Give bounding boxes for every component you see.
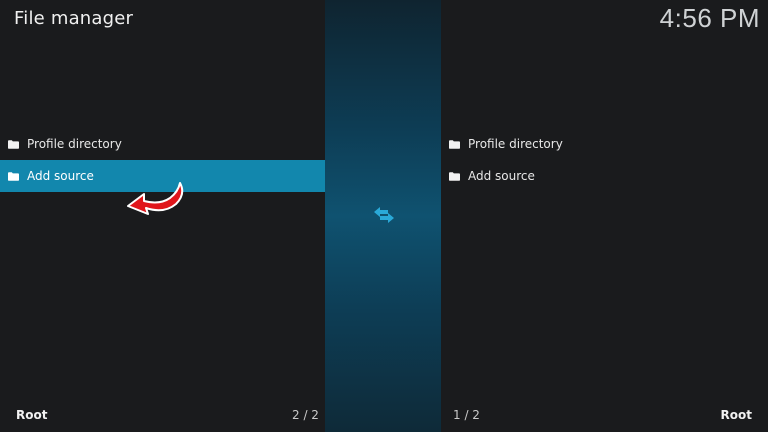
page-title: File manager bbox=[14, 8, 134, 29]
swap-arrows-icon[interactable] bbox=[372, 205, 396, 225]
folder-icon bbox=[8, 139, 19, 149]
folder-icon bbox=[449, 139, 460, 149]
folder-icon bbox=[449, 171, 460, 181]
list-item-label: Add source bbox=[27, 169, 94, 183]
list-item-label: Add source bbox=[468, 169, 535, 183]
left-item-count: 2 / 2 bbox=[292, 408, 319, 422]
right-item-count: 1 / 2 bbox=[453, 408, 480, 422]
right-file-list: Profile directory Add source bbox=[441, 128, 768, 192]
list-item-label: Profile directory bbox=[27, 137, 122, 151]
folder-icon bbox=[8, 171, 19, 181]
file-manager-screen: Profile directory Add source Root 2 / 2 … bbox=[0, 0, 768, 432]
right-footer-counter: 1 / 2 bbox=[453, 408, 480, 422]
right-item-profile-directory[interactable]: Profile directory bbox=[441, 128, 768, 160]
right-item-add-source[interactable]: Add source bbox=[441, 160, 768, 192]
left-footer-path: Root bbox=[16, 408, 47, 422]
left-footer-counter: 2 / 2 bbox=[292, 408, 319, 422]
clock: 4:56 PM bbox=[659, 3, 760, 33]
annotation-arrow-icon bbox=[124, 180, 188, 218]
right-panel: Profile directory Add source 1 / 2 Root bbox=[441, 0, 768, 432]
right-footer-root-label: Root bbox=[720, 408, 752, 422]
right-footer-path: Root bbox=[721, 408, 752, 422]
left-footer-root-label: Root bbox=[16, 408, 48, 422]
list-item-label: Profile directory bbox=[468, 137, 563, 151]
left-item-profile-directory[interactable]: Profile directory bbox=[0, 128, 325, 160]
